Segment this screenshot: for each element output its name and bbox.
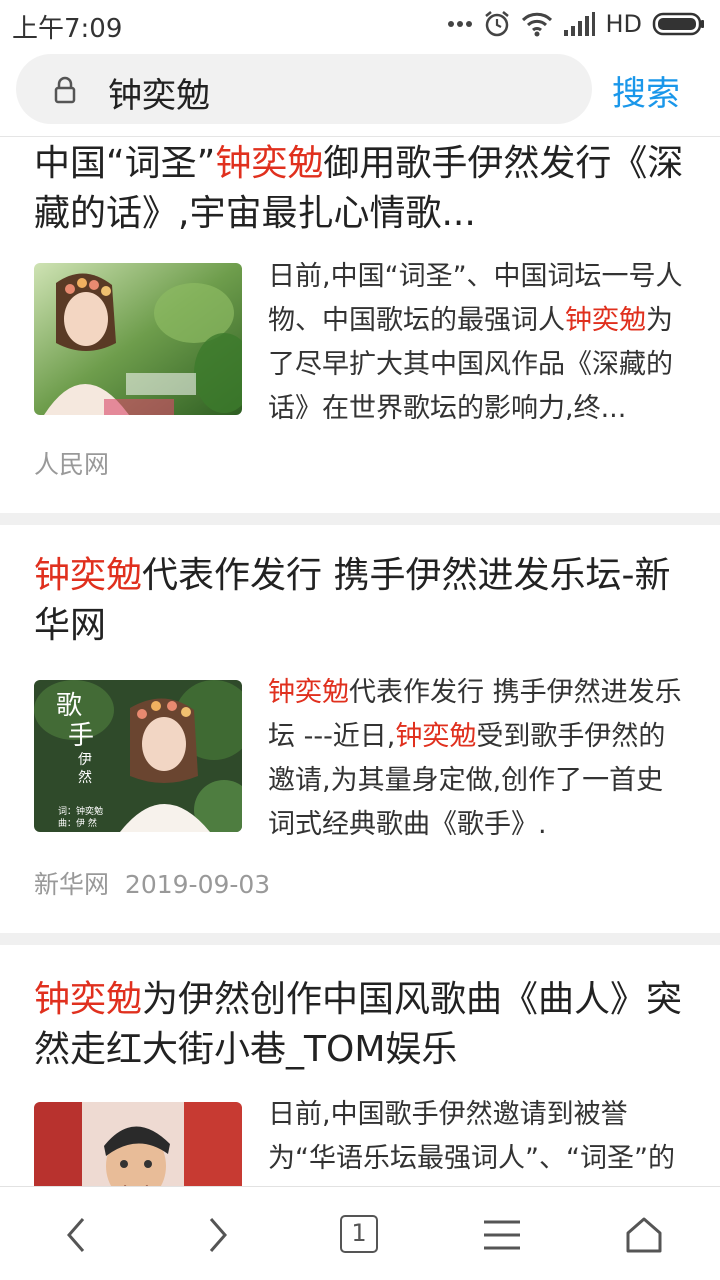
svg-text:伊: 伊 bbox=[78, 752, 92, 768]
search-input[interactable]: 钟奕勉 bbox=[16, 54, 592, 124]
result-thumbnail[interactable] bbox=[34, 263, 242, 415]
result-source: 新华网 2019-09-03 bbox=[34, 870, 271, 899]
svg-text:手: 手 bbox=[68, 721, 94, 751]
network-type: HD bbox=[605, 10, 642, 38]
result-snippet: 日前,中国“词圣”、中国词坛一号人物、中国歌坛的最强词人钟奕勉为了尽早扩大其中国… bbox=[268, 261, 683, 424]
result-source: 人民网 bbox=[34, 450, 110, 479]
tabs-button[interactable]: 1 bbox=[340, 1215, 378, 1253]
status-icons: HD bbox=[447, 8, 706, 40]
result-snippet: 日前,中国歌手伊然邀请到被誉为“华语乐坛最强词人”、“词圣”的 bbox=[268, 1099, 675, 1174]
result-card[interactable]: 钟奕勉代表作发行 携手伊然进发乐坛-新华网 歌 手 伊 然 词：钟奕勉 曲：伊 … bbox=[0, 525, 720, 933]
home-icon bbox=[626, 1217, 662, 1253]
search-button[interactable]: 搜索 bbox=[612, 66, 680, 115]
result-title[interactable]: 钟奕勉为伊然创作中国风歌曲《曲人》突然走红大街小巷_TOM娱乐 bbox=[34, 975, 686, 1075]
signal-icon bbox=[564, 12, 596, 36]
result-date: 2019-09-03 bbox=[124, 870, 271, 899]
back-button[interactable] bbox=[46, 1205, 106, 1265]
bottom-navigation: 1 bbox=[0, 1186, 720, 1280]
menu-icon bbox=[484, 1220, 520, 1250]
more-dots-icon bbox=[448, 21, 473, 27]
result-divider bbox=[0, 933, 720, 945]
status-time: 上午7:09 bbox=[12, 14, 123, 44]
svg-text:歌: 歌 bbox=[56, 691, 82, 721]
result-card[interactable]: 中国“词圣”钟奕勉御用歌手伊然发行《深藏的话》,宇宙最扎心情歌... 日前,中国… bbox=[0, 137, 720, 513]
result-snippet: 钟奕勉代表作发行 携手伊然进发乐坛 ---近日,钟奕勉受到歌手伊然的邀请,为其量… bbox=[268, 677, 682, 840]
result-thumbnail[interactable] bbox=[34, 1102, 242, 1186]
search-query: 钟奕勉 bbox=[108, 76, 210, 116]
wifi-icon bbox=[522, 12, 553, 37]
result-divider bbox=[0, 513, 720, 525]
menu-button[interactable] bbox=[472, 1205, 532, 1265]
result-title[interactable]: 钟奕勉代表作发行 携手伊然进发乐坛-新华网 bbox=[34, 551, 686, 651]
result-thumbnail[interactable]: 歌 手 伊 然 词：钟奕勉 曲：伊 然 bbox=[34, 680, 242, 832]
status-bar: 上午7:09 HD bbox=[0, 0, 720, 50]
svg-text:曲：伊 然: 曲：伊 然 bbox=[58, 817, 97, 829]
svg-text:然: 然 bbox=[78, 769, 92, 786]
alarm-icon bbox=[485, 11, 510, 37]
chevron-left-icon bbox=[67, 1218, 85, 1252]
lock-icon bbox=[54, 76, 76, 104]
result-title[interactable]: 中国“词圣”钟奕勉御用歌手伊然发行《深藏的话》,宇宙最扎心情歌... bbox=[34, 139, 686, 239]
battery-icon bbox=[652, 12, 704, 36]
forward-button[interactable] bbox=[188, 1205, 248, 1265]
chevron-right-icon bbox=[209, 1218, 227, 1252]
result-card[interactable]: 钟奕勉为伊然创作中国风歌曲《曲人》突然走红大街小巷_TOM娱乐 日前,中国歌手伊… bbox=[0, 945, 720, 1186]
home-button[interactable] bbox=[614, 1205, 674, 1265]
svg-text:词：钟奕勉: 词：钟奕勉 bbox=[58, 805, 103, 817]
